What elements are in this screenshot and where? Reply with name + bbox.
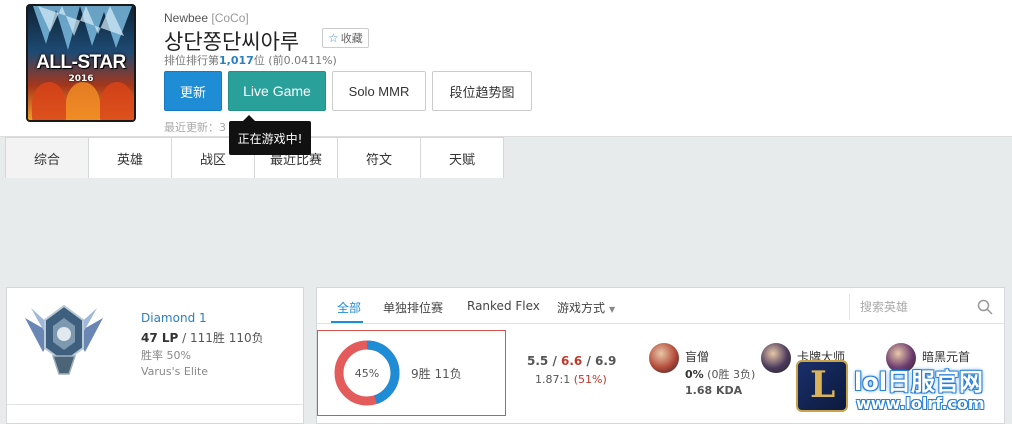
tab-overview[interactable]: 综合 <box>5 137 89 179</box>
profile-emblem-icon: ALL-STAR 2016 <box>26 4 136 122</box>
game-mode-dropdown[interactable]: 游戏方式 ▼ <box>557 299 615 316</box>
server-tag: [CoCo] <box>211 11 249 25</box>
game-mode-label: 游戏方式 <box>557 301 606 315</box>
avg-assists: 6.9 <box>595 354 617 368</box>
favorite-button[interactable]: ☆ 收藏 <box>322 28 369 48</box>
tab-runes[interactable]: 符文 <box>337 137 421 178</box>
avg-deaths: 6.6 <box>561 354 583 368</box>
champion-avatar <box>761 343 791 373</box>
average-kda: 5.5 / 6.6 / 6.9 <box>527 354 617 368</box>
last-update: 最近更新：3 <box>164 121 226 134</box>
tier-name: Diamond 1 <box>141 311 207 325</box>
filter-all[interactable]: 全部 <box>337 299 361 316</box>
server-line: Newbee [CoCo] <box>164 11 249 25</box>
rank-card: Diamond 1 47 LP / 111胜 110负 胜率 50% Varus… <box>6 287 304 424</box>
league-points: 47 LP <box>141 331 179 345</box>
kda-ratio-value: 1.87:1 <box>535 373 571 386</box>
win-rate-summary: 45% 9胜 11负 <box>317 330 506 416</box>
site-watermark: L lol日服官网 www.lolrf.com <box>796 360 1006 420</box>
watermark-title: lol日服官网 <box>854 368 983 396</box>
filter-solo-queue[interactable]: 单独排位赛 <box>383 299 443 316</box>
lp-record: 47 LP / 111胜 110负 <box>141 329 264 346</box>
card-divider <box>7 404 303 405</box>
filter-ranked-flex[interactable]: Ranked Flex <box>467 299 540 313</box>
kill-participation: (51%) <box>573 373 607 386</box>
tab-champions[interactable]: 英雄 <box>88 137 172 178</box>
search-icon[interactable] <box>977 299 993 315</box>
champion-stat[interactable]: 盲僧 0% (0胜 3负) 1.68 KDA <box>649 343 759 403</box>
champion-games: (0胜 3负) <box>703 368 756 381</box>
tab-masteries[interactable]: 天赋 <box>420 137 504 178</box>
ladder-rank: 排位排行第1,017位 (前0.0411%) <box>164 52 337 68</box>
emblem-year: 2016 <box>68 74 94 84</box>
rank-number: 1,017 <box>219 54 254 67</box>
rank-trend-button[interactable]: 段位趋势图 <box>432 71 532 111</box>
champion-search <box>849 294 1003 320</box>
active-filter-underline <box>331 321 363 323</box>
kda-ratio: 1.87:1 (51%) <box>535 373 607 386</box>
server-name: Newbee <box>164 11 209 25</box>
win-percent-label: 45% <box>354 366 380 380</box>
main-tabs: 综合 英雄 战区 最近比赛 符文 天赋 <box>0 136 1012 179</box>
avg-kills: 5.5 <box>527 354 549 368</box>
champion-name: 盲僧 <box>685 350 710 364</box>
champion-record: 0% (0胜 3负) <box>685 366 755 382</box>
watermark-url: www.lolrf.com <box>856 394 985 413</box>
favorite-label: 收藏 <box>340 32 363 45</box>
lol-logo-icon: L <box>796 360 848 412</box>
win-rate: 胜率 50% <box>141 349 191 362</box>
league-name: Varus's Elite <box>141 365 209 378</box>
emblem-title: ALL-STAR <box>36 52 126 73</box>
star-icon: ☆ <box>328 31 339 45</box>
live-game-tooltip: 正在游戏中! <box>229 115 311 155</box>
caret-down-icon: ▼ <box>609 305 616 314</box>
solo-mmr-button[interactable]: Solo MMR <box>332 71 426 111</box>
champion-kda: 1.68 KDA <box>685 384 743 397</box>
win-loss-record: / 111胜 110负 <box>178 331 264 345</box>
update-button[interactable]: 更新 <box>164 71 222 111</box>
champion-rate: 0% <box>685 368 704 381</box>
queue-filters: 全部 单独排位赛 Ranked Flex 游戏方式 ▼ <box>317 288 1004 324</box>
live-game-button[interactable]: Live Game <box>228 71 326 111</box>
win-loss-count: 9胜 11负 <box>411 367 462 381</box>
champion-avatar <box>649 343 679 373</box>
champion-search-input[interactable] <box>860 298 970 316</box>
ice-shards-icon <box>33 6 132 50</box>
profile-header: ALL-STAR 2016 Newbee [CoCo] 상단쫑단씨아루 ☆ 收藏… <box>0 0 1012 136</box>
rank-prefix: 排位排行第 <box>164 54 219 67</box>
rank-suffix: 位 (前0.0411%) <box>253 54 337 67</box>
diamond-tier-icon <box>25 304 103 375</box>
